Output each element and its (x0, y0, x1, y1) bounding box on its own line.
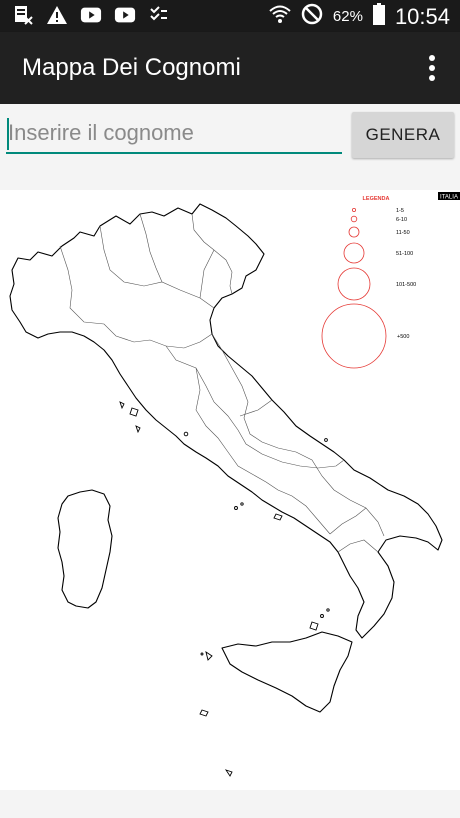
region-borders (59, 213, 385, 553)
italy-mainland-outline (9, 203, 443, 639)
battery-icon (372, 3, 385, 30)
clock: 10:54 (394, 3, 450, 29)
legend-label: 51-100 (396, 251, 413, 257)
legend-labels: 1-5 6-10 11-50 51-100 101-500 +500 (396, 208, 416, 340)
search-row: GENERA (0, 104, 460, 182)
do-not-disturb-icon (301, 3, 323, 30)
legend-title: LEGENDA (363, 196, 390, 202)
genera-button[interactable]: GENERA (352, 112, 454, 158)
youtube-icon (114, 4, 136, 26)
legend-label: 11-50 (396, 230, 410, 236)
app-title: Mappa Dei Cognomi (22, 54, 241, 81)
small-islands (119, 401, 330, 777)
status-bar: 62% 10:54 (0, 0, 460, 32)
bottom-strip (0, 790, 460, 818)
surname-map: ITALIA LEGENDA 1-5 6-10 11-50 51-100 101… (0, 190, 460, 790)
surname-input[interactable] (6, 114, 342, 154)
notification-doc-icon (12, 4, 34, 26)
legend-label: +500 (397, 334, 409, 340)
youtube-icon (80, 4, 102, 26)
app-bar: Mappa Dei Cognomi (0, 32, 460, 104)
italy-map-image: ITALIA LEGENDA 1-5 6-10 11-50 51-100 101… (9, 192, 460, 777)
text-cursor (7, 118, 9, 150)
sardinia-outline (57, 489, 113, 609)
legend-label: 101-500 (396, 282, 416, 288)
legend-circles (321, 207, 387, 369)
checklist-icon (148, 4, 170, 26)
wifi-icon (269, 4, 291, 29)
warning-icon (46, 4, 68, 26)
sicily-outline (221, 631, 353, 713)
notification-icons (12, 4, 170, 26)
battery-percent: 62% (332, 8, 363, 25)
system-icons: 62% 10:54 (269, 3, 450, 30)
map-badge: ITALIA (440, 195, 458, 201)
overflow-menu-icon[interactable] (418, 52, 446, 84)
legend-label: 6-10 (396, 217, 407, 223)
legend-label: 1-5 (396, 208, 404, 214)
